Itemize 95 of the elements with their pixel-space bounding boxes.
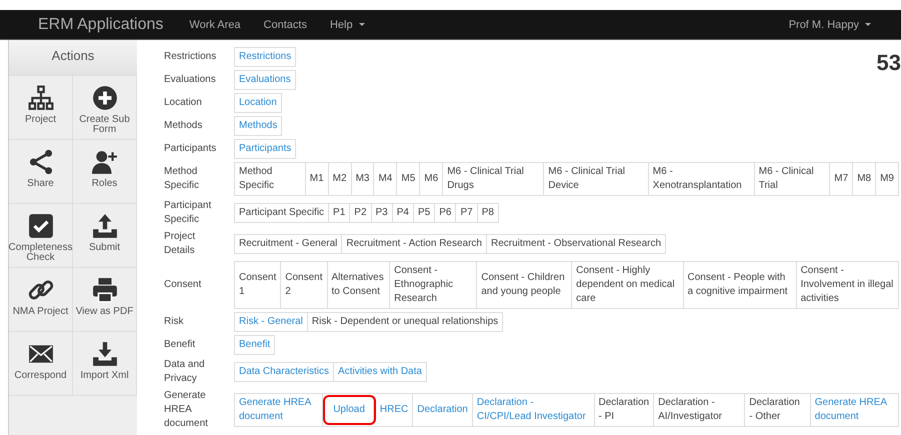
form-tab[interactable]: Method Specific [235, 163, 306, 195]
field-label: Project Details [164, 230, 196, 258]
form-tab[interactable]: P2 [350, 204, 372, 222]
form-tab[interactable]: Participant Specific [235, 204, 330, 222]
action-tile[interactable]: Share [9, 140, 73, 204]
action-tile[interactable]: Create Sub Form [73, 76, 137, 140]
user-plus-icon [92, 151, 116, 174]
sitemap-icon [28, 86, 53, 110]
form-tab[interactable]: M6 - Clinical Trial Device [544, 163, 649, 195]
form-tab[interactable]: Consent - Involvement in illegal activities [796, 262, 898, 308]
action-tile[interactable]: Correspond [9, 332, 73, 396]
form-tab[interactable]: M3 [352, 163, 374, 195]
field-label: Participants [164, 142, 218, 156]
field-label: Data and Privacy [164, 358, 206, 386]
form-link[interactable]: Declaration - CI/CPI/Lead Investigator [472, 394, 594, 426]
caret-icon [865, 23, 871, 26]
form-tab[interactable]: P7 [456, 204, 478, 222]
form-tab[interactable]: Alternatives to Consent [328, 262, 390, 308]
form-tab[interactable]: Recruitment - Observational Research [487, 235, 666, 253]
form-tab[interactable]: Recruitment - General [235, 235, 342, 253]
field-label: Restrictions [164, 50, 218, 64]
form-tab[interactable]: P3 [372, 204, 393, 222]
form-tab[interactable]: M8 [853, 163, 876, 195]
field-label: Participant Specific [164, 199, 212, 227]
field-label: Generate HREA document [164, 389, 209, 431]
form-link[interactable]: Participants [235, 140, 296, 158]
nav-link[interactable]: Work Area [189, 18, 241, 30]
caret-icon [358, 23, 365, 26]
form-link[interactable]: HREC [376, 394, 414, 426]
nav-link[interactable]: Help [330, 18, 365, 30]
field-label: Benefit [164, 338, 196, 352]
form-link[interactable]: Restrictions [235, 48, 296, 66]
form-link[interactable]: Generate HREA document [810, 394, 898, 426]
form-link[interactable]: Risk - General [235, 313, 308, 331]
form-tab[interactable]: P1 [329, 204, 350, 222]
form-tab[interactable]: M5 [397, 163, 420, 195]
action-tile[interactable]: Import Xml [73, 332, 137, 396]
upload-icon [92, 214, 116, 238]
form-link[interactable]: Upload [325, 397, 374, 423]
form-tab[interactable]: M9 [876, 163, 898, 195]
form-tab[interactable]: M2 [328, 163, 352, 195]
field-label: Location [164, 96, 203, 110]
form-link[interactable]: Data Characteristics [235, 363, 334, 381]
form-tab[interactable]: M6 - Xenotransplantation [648, 163, 755, 195]
field-label: Methods [164, 119, 204, 133]
form-tab[interactable]: Declaration - PI [594, 394, 654, 426]
share-icon [29, 150, 52, 174]
form-link[interactable]: Methods [235, 117, 282, 135]
form-link[interactable]: Declaration [413, 394, 473, 426]
action-tile[interactable]: Project [9, 76, 73, 140]
record-number: 53 [876, 50, 901, 76]
form-link[interactable]: Activities with Data [334, 363, 426, 381]
brand-title[interactable]: ERM Applications [38, 16, 164, 34]
download-icon [92, 342, 116, 366]
action-tile[interactable]: View as PDF [73, 268, 137, 332]
field-label: Evaluations [164, 73, 217, 87]
form-link[interactable]: Benefit [235, 336, 274, 354]
form-tab[interactable]: P5 [414, 204, 436, 222]
form-tab[interactable]: M6 - Clinical Trial Drugs [443, 163, 544, 195]
action-tile[interactable]: Roles [73, 140, 137, 204]
field-label: Risk [164, 315, 184, 329]
form-tab[interactable]: Consent 2 [281, 262, 328, 308]
form-tab[interactable]: Consent 1 [235, 262, 282, 308]
form-tab[interactable]: M4 [374, 163, 398, 195]
form-tab[interactable]: M1 [306, 163, 329, 195]
link-icon [28, 278, 54, 302]
form-tab[interactable]: Consent - Ethnographic Research [390, 262, 478, 308]
envelope-icon [28, 345, 52, 363]
user-menu[interactable]: Prof M. Happy [788, 18, 871, 30]
nav-link[interactable]: Contacts [264, 18, 307, 30]
form-tab[interactable]: P6 [435, 204, 456, 222]
form-tab[interactable]: Consent - Children and young people [477, 262, 572, 308]
form-tab[interactable]: Risk - Dependent or unequal relationships [308, 313, 502, 331]
form-tab[interactable]: M7 [830, 163, 854, 195]
form-tab[interactable]: M6 [420, 163, 444, 195]
printer-icon [92, 278, 116, 303]
form-tab[interactable]: Declaration - Other [745, 394, 811, 426]
form-tab[interactable]: P4 [392, 204, 414, 222]
form-link[interactable]: Generate HREA document [235, 394, 324, 426]
form-tab[interactable]: M6 - Clinical Trial [754, 163, 830, 195]
field-label: Consent [164, 278, 202, 292]
sidebar-header: Actions [9, 40, 137, 76]
field-label: Method Specific [164, 165, 200, 193]
form-tab[interactable]: Consent - Highly dependent on medical care [572, 262, 684, 308]
form-tab[interactable]: Consent - People with a cognitive impairment [684, 262, 797, 308]
form-tab[interactable]: P8 [478, 204, 498, 222]
form-link[interactable]: Evaluations [235, 71, 295, 89]
checkbox-icon [28, 214, 52, 238]
plus-circle-icon [92, 86, 116, 110]
form-tab[interactable]: Declaration - AI/Investigator [654, 394, 746, 426]
form-tab[interactable]: Recruitment - Action Research [342, 235, 487, 253]
action-tile[interactable]: Submit [73, 204, 137, 268]
action-tile[interactable]: NMA Project [9, 268, 73, 332]
action-tile[interactable]: Completeness Check [9, 204, 73, 268]
form-link[interactable]: Location [235, 94, 281, 112]
